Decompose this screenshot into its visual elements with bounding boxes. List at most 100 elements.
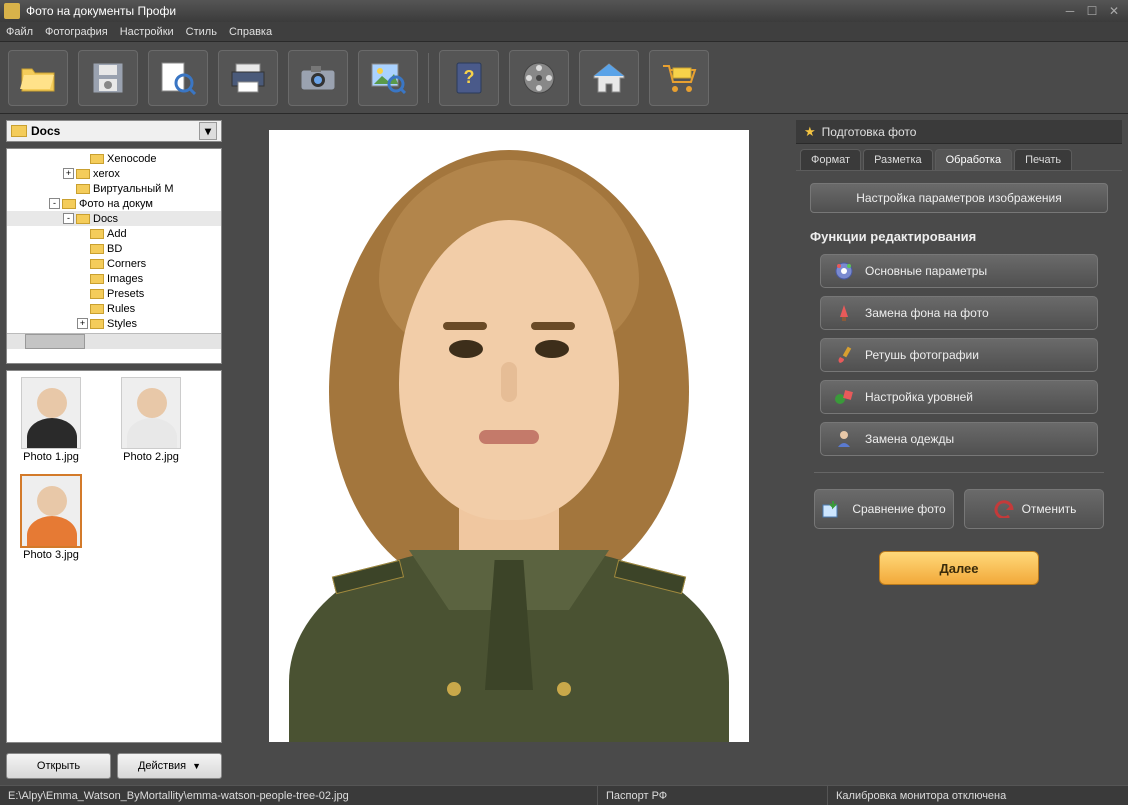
tree-node[interactable]: Xenocode bbox=[7, 151, 221, 166]
tree-expander[interactable]: + bbox=[77, 318, 88, 329]
open-button[interactable]: Открыть bbox=[6, 753, 111, 779]
maximize-button[interactable]: ☐ bbox=[1082, 4, 1102, 18]
menu-help[interactable]: Справка bbox=[229, 26, 272, 38]
photo-canvas[interactable] bbox=[269, 130, 749, 742]
tree-expander[interactable]: + bbox=[63, 168, 74, 179]
right-panel: ★ Подготовка фото Формат Разметка Обрабо… bbox=[796, 120, 1122, 779]
cancel-button[interactable]: Отменить bbox=[964, 489, 1104, 529]
tree-expander-placeholder bbox=[63, 183, 74, 194]
tree-node-label: Виртуальный М bbox=[93, 183, 174, 195]
status-format: Паспорт РФ bbox=[598, 786, 828, 805]
tree-node[interactable]: Виртуальный М bbox=[7, 181, 221, 196]
func-background-replace[interactable]: Замена фона на фото bbox=[820, 296, 1098, 330]
thumbnail-image bbox=[21, 475, 81, 547]
func-levels[interactable]: Настройка уровней bbox=[820, 380, 1098, 414]
tree-node[interactable]: Add bbox=[7, 226, 221, 241]
func-brush[interactable]: Ретушь фотографии bbox=[820, 338, 1098, 372]
close-button[interactable]: ✕ bbox=[1104, 4, 1124, 18]
background-replace-icon bbox=[833, 302, 855, 324]
func-button-label: Настройка уровней bbox=[865, 390, 973, 404]
image-params-button[interactable]: Настройка параметров изображения bbox=[810, 183, 1108, 213]
tab-processing[interactable]: Обработка bbox=[935, 149, 1012, 170]
folder-dropdown-button[interactable]: ▾ bbox=[199, 122, 217, 140]
levels-icon bbox=[833, 386, 855, 408]
app-icon bbox=[4, 3, 20, 19]
preview-button[interactable] bbox=[148, 50, 208, 106]
func-clothes[interactable]: Замена одежды bbox=[820, 422, 1098, 456]
menu-photo[interactable]: Фотография bbox=[45, 26, 108, 38]
shop-button[interactable] bbox=[649, 50, 709, 106]
tree-node[interactable]: BD bbox=[7, 241, 221, 256]
tree-node[interactable]: Rules bbox=[7, 301, 221, 316]
open-folder-button[interactable] bbox=[8, 50, 68, 106]
help-button[interactable]: ? bbox=[439, 50, 499, 106]
tree-expander-placeholder bbox=[77, 273, 88, 284]
tree-expander[interactable]: - bbox=[63, 213, 74, 224]
tree-node-label: Styles bbox=[107, 318, 137, 330]
thumbnail-label: Photo 1.jpg bbox=[13, 451, 89, 463]
tree-node[interactable]: + xerox bbox=[7, 166, 221, 181]
menu-style[interactable]: Стиль bbox=[186, 26, 217, 38]
save-button[interactable] bbox=[78, 50, 138, 106]
tree-expander-placeholder bbox=[77, 258, 88, 269]
folder-tree[interactable]: Xenocode + xerox Виртуальный М-Фото на доку… bbox=[6, 148, 222, 364]
compare-cancel-row: Сравнение фото Отменить bbox=[810, 489, 1108, 529]
tab-print[interactable]: Печать bbox=[1014, 149, 1072, 170]
home-button[interactable] bbox=[579, 50, 639, 106]
tree-node[interactable]: -Фото на докум bbox=[7, 196, 221, 211]
actions-button[interactable]: Действия ▼ bbox=[117, 753, 222, 779]
minimize-button[interactable]: ─ bbox=[1060, 4, 1080, 18]
titlebar: Фото на документы Профи ─ ☐ ✕ bbox=[0, 0, 1128, 22]
cancel-button-label: Отменить bbox=[1022, 502, 1077, 516]
tab-markup[interactable]: Разметка bbox=[863, 149, 933, 170]
shopping-cart-icon bbox=[661, 62, 697, 94]
chevron-down-icon: ▼ bbox=[192, 761, 201, 771]
toolbar-separator bbox=[428, 53, 429, 103]
tree-node[interactable]: + Styles bbox=[7, 316, 221, 331]
tree-expander-placeholder bbox=[77, 153, 88, 164]
right-panel-body: Настройка параметров изображения Функции… bbox=[796, 170, 1122, 779]
tree-node[interactable]: Presets bbox=[7, 286, 221, 301]
tree-expander[interactable]: - bbox=[49, 198, 60, 209]
tree-node[interactable]: -Docs bbox=[7, 211, 221, 226]
folder-icon bbox=[76, 214, 90, 224]
menu-settings[interactable]: Настройки bbox=[120, 26, 174, 38]
folder-icon bbox=[90, 154, 104, 164]
home-icon bbox=[592, 62, 626, 94]
tree-node-label: Images bbox=[107, 273, 143, 285]
next-button-label: Далее bbox=[939, 561, 978, 576]
tree-expander-placeholder bbox=[77, 303, 88, 314]
thumbnail-image bbox=[21, 377, 81, 449]
toolbar: ? bbox=[0, 42, 1128, 114]
image-search-button[interactable] bbox=[358, 50, 418, 106]
tree-node[interactable]: Images bbox=[7, 271, 221, 286]
camera-button[interactable] bbox=[288, 50, 348, 106]
open-folder-icon bbox=[20, 63, 56, 93]
tree-expander-placeholder bbox=[77, 288, 88, 299]
thumbnail-item[interactable]: Photo 1.jpg bbox=[13, 377, 89, 463]
tree-horizontal-scrollbar[interactable] bbox=[7, 333, 221, 349]
compare-photo-button[interactable]: Сравнение фото bbox=[814, 489, 954, 529]
print-button[interactable] bbox=[218, 50, 278, 106]
tutorials-button[interactable] bbox=[509, 50, 569, 106]
func-gear[interactable]: Основные параметры bbox=[820, 254, 1098, 288]
preview-icon bbox=[160, 61, 196, 95]
thumbnail-item[interactable]: Photo 3.jpg bbox=[13, 475, 89, 561]
folder-icon bbox=[90, 259, 104, 269]
tree-node-label: Add bbox=[107, 228, 127, 240]
next-button[interactable]: Далее bbox=[879, 551, 1039, 585]
thumbnail-item[interactable]: Photo 2.jpg bbox=[113, 377, 189, 463]
undo-icon bbox=[992, 500, 1014, 518]
tree-node[interactable]: Corners bbox=[7, 256, 221, 271]
left-bottom-buttons: Открыть Действия ▼ bbox=[6, 749, 222, 779]
tree-node-label: Presets bbox=[107, 288, 144, 300]
func-button-label: Замена фона на фото bbox=[865, 306, 989, 320]
photo-preview-area bbox=[228, 120, 790, 779]
compare-icon bbox=[822, 499, 844, 519]
folder-path-bar[interactable]: Docs ▾ bbox=[6, 120, 222, 142]
statusbar: E:\Alpy\Emma_Watson_ByMortallity\emma-wa… bbox=[0, 785, 1128, 805]
save-icon bbox=[91, 61, 125, 95]
tree-node-label: xerox bbox=[93, 168, 120, 180]
menu-file[interactable]: Файл bbox=[6, 26, 33, 38]
tab-format[interactable]: Формат bbox=[800, 149, 861, 170]
